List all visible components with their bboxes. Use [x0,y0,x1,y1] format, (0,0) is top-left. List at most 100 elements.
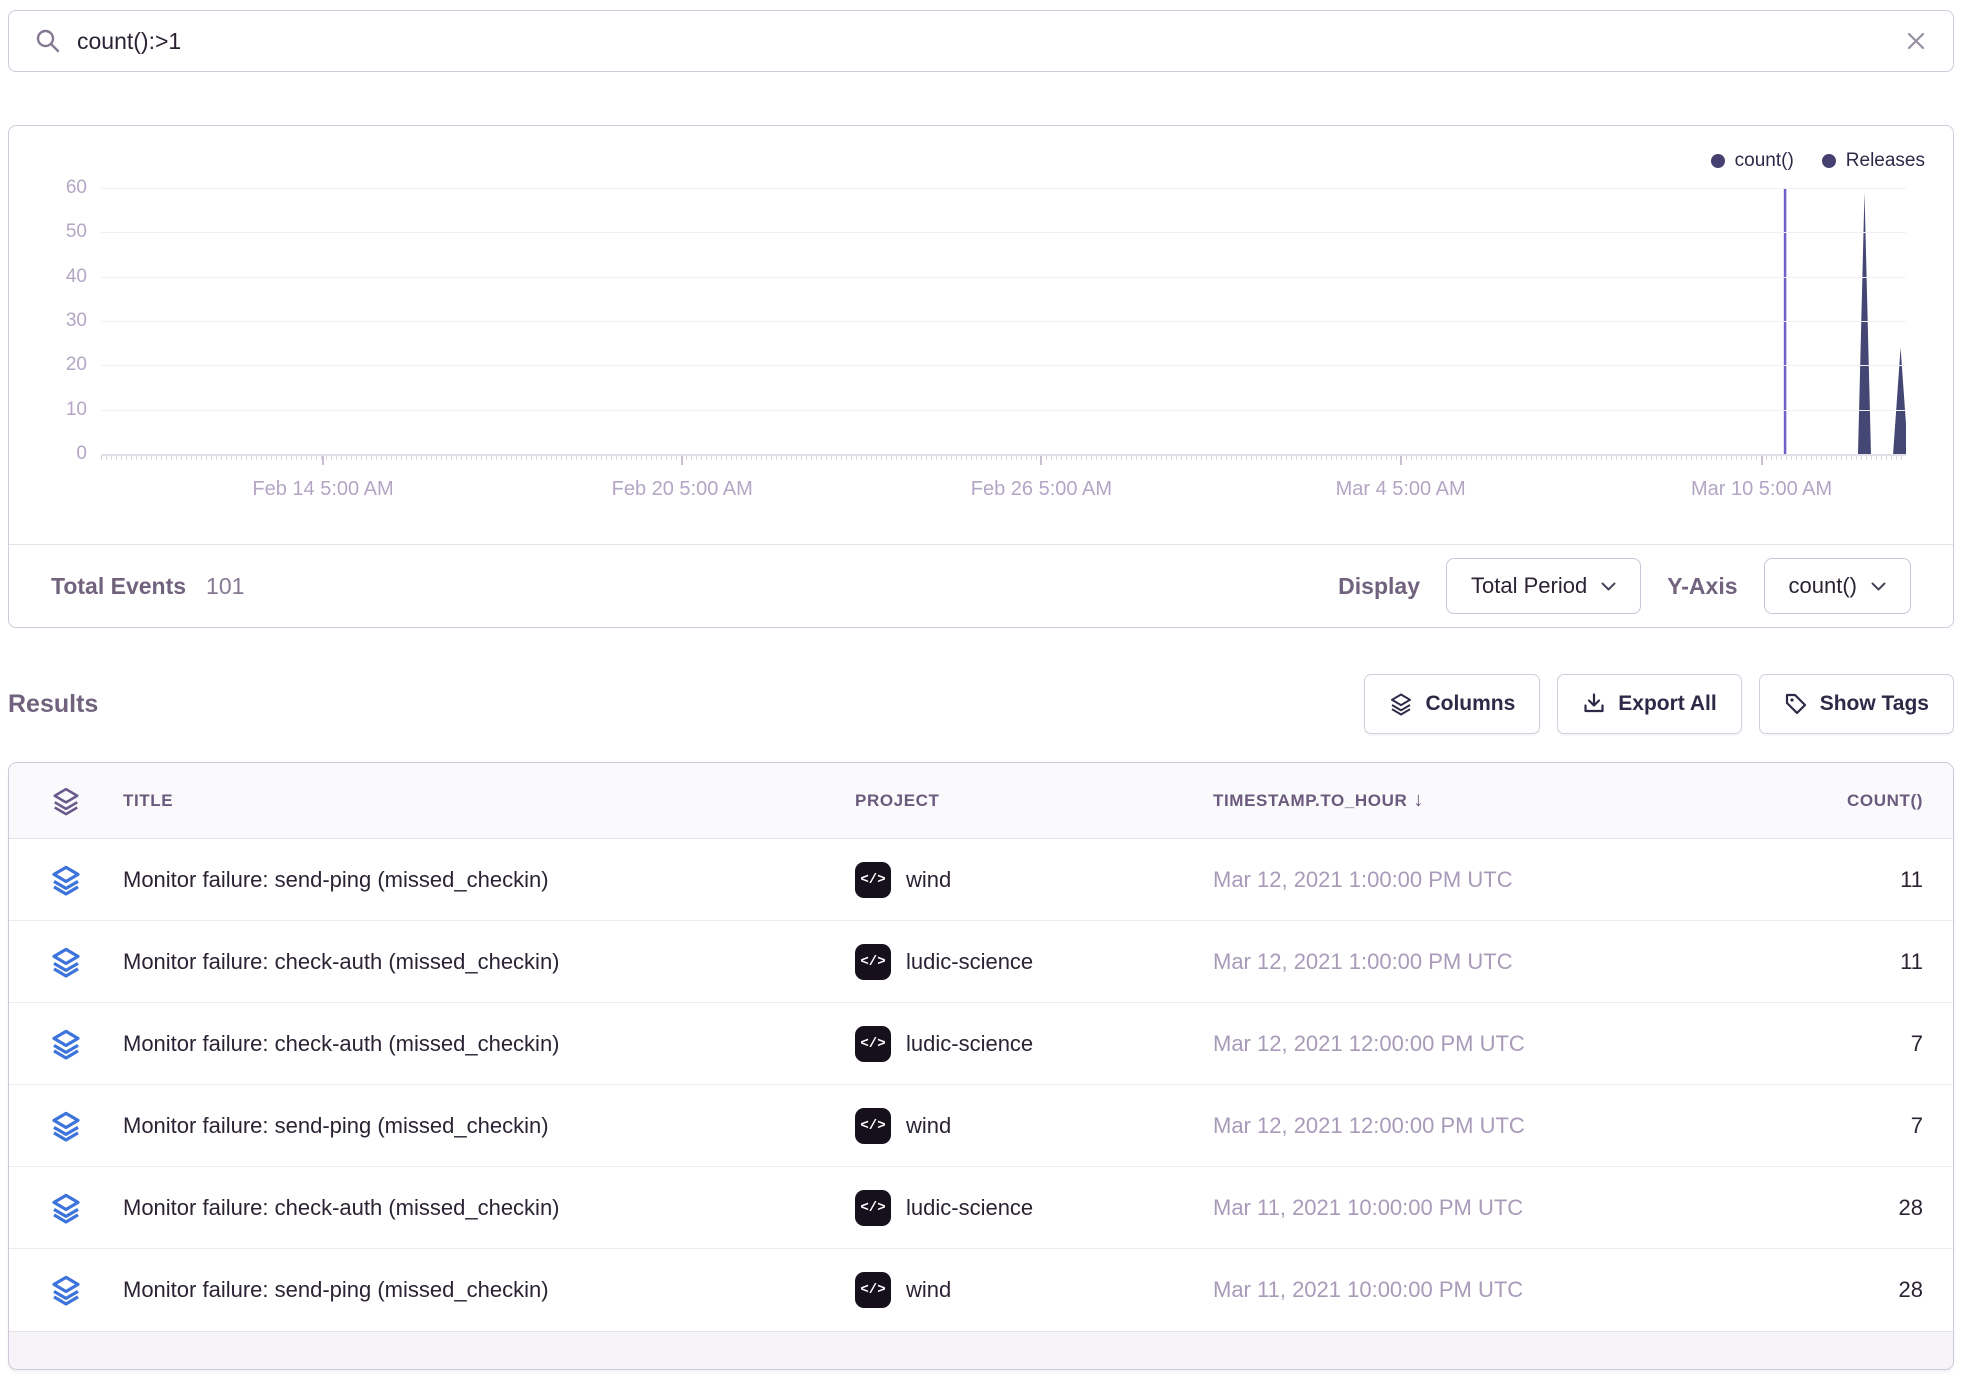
results-table: TITLE PROJECT TIMESTAMP.TO_HOUR ↓ COUNT(… [8,762,1954,1370]
x-axis-major-tick [1761,456,1763,465]
header-icon-cell [9,785,123,817]
x-axis-tick-label: Mar 10 5:00 AM [1691,478,1832,501]
export-all-button[interactable]: Export All [1557,674,1741,734]
row-count: 28 [1653,1195,1953,1221]
export-all-button-label: Export All [1618,692,1716,716]
column-header-project[interactable]: PROJECT [855,791,1213,811]
row-count: 7 [1653,1031,1953,1057]
yaxis-dropdown[interactable]: count() [1764,558,1911,614]
table-row[interactable]: Monitor failure: check-auth (missed_chec… [9,1003,1953,1085]
layers-icon [50,945,82,979]
legend-item-count[interactable]: count() [1711,150,1794,172]
table-row[interactable]: Monitor failure: check-auth (missed_chec… [9,1167,1953,1249]
sort-descending-icon: ↓ [1413,789,1424,812]
row-icon-cell [9,1109,123,1143]
x-axis-tick-label: Mar 4 5:00 AM [1336,478,1466,501]
x-axis-minor-ticks [101,456,1906,460]
table-body: Monitor failure: send-ping (missed_check… [9,839,1953,1331]
row-project: </> wind [855,1108,1213,1144]
row-count: 7 [1653,1113,1953,1139]
y-axis-tick-label: 0 [9,443,87,465]
chart-footer: Total Events 101 Display Total Period Y-… [9,544,1953,627]
x-axis-major-tick [681,456,683,465]
show-tags-button[interactable]: Show Tags [1759,674,1954,734]
row-project-name: wind [906,867,951,893]
total-events-value: 101 [206,573,244,600]
row-project-name: ludic-science [906,1031,1033,1057]
columns-button[interactable]: Columns [1364,674,1540,734]
display-dropdown-value: Total Period [1471,573,1587,599]
table-row[interactable]: Monitor failure: send-ping (missed_check… [9,1085,1953,1167]
row-project-name: ludic-science [906,949,1033,975]
download-icon [1582,692,1606,716]
display-label: Display [1338,573,1420,600]
row-project: </> wind [855,862,1213,898]
chart-controls: Display Total Period Y-Axis count() [1338,558,1911,614]
table-row[interactable]: Monitor failure: send-ping (missed_check… [9,839,1953,921]
search-icon [35,28,61,54]
code-project-icon: </> [855,1026,891,1062]
columns-button-label: Columns [1425,692,1515,716]
row-project-name: ludic-science [906,1195,1033,1221]
code-project-icon: </> [855,1108,891,1144]
chart-legend: count() Releases [1711,150,1925,172]
row-project: </> ludic-science [855,944,1213,980]
row-count: 28 [1653,1277,1953,1303]
layers-icon [50,1027,82,1061]
row-title[interactable]: Monitor failure: send-ping (missed_check… [123,867,855,893]
results-actions: Columns Export All Show Tags [1364,674,1954,734]
gridline [101,410,1906,411]
row-title[interactable]: Monitor failure: send-ping (missed_check… [123,1277,855,1303]
layers-icon [1389,692,1413,716]
legend-label: Releases [1846,150,1925,172]
chevron-down-icon [1601,582,1616,591]
row-icon-cell [9,1191,123,1225]
y-axis-tick-label: 10 [9,399,87,421]
close-icon[interactable] [1905,30,1927,52]
results-header: Results Columns Export All [8,672,1954,736]
row-title[interactable]: Monitor failure: send-ping (missed_check… [123,1113,855,1139]
y-axis-tick-label: 50 [9,221,87,243]
gridline [101,232,1906,233]
table-footer [9,1331,1953,1369]
layers-icon [51,785,81,817]
table-row[interactable]: Monitor failure: check-auth (missed_chec… [9,921,1953,1003]
chart-plot-area[interactable]: 6050403020100 [101,188,1906,454]
table-header-row: TITLE PROJECT TIMESTAMP.TO_HOUR ↓ COUNT(… [9,763,1953,839]
legend-dot-icon [1711,154,1725,168]
yaxis-label: Y-Axis [1667,573,1737,600]
column-header-count[interactable]: COUNT() [1653,791,1953,811]
row-title[interactable]: Monitor failure: check-auth (missed_chec… [123,949,855,975]
row-title[interactable]: Monitor failure: check-auth (missed_chec… [123,1195,855,1221]
search-input[interactable]: count():>1 [77,28,1905,55]
gridline [101,365,1906,366]
layers-icon [50,1109,82,1143]
show-tags-button-label: Show Tags [1820,692,1929,716]
chevron-down-icon [1871,582,1886,591]
layers-icon [50,1273,82,1307]
gridline [101,277,1906,278]
layers-icon [50,1191,82,1225]
x-axis-tick-label: Feb 26 5:00 AM [971,478,1112,501]
x-axis-major-tick [1400,456,1402,465]
table-row[interactable]: Monitor failure: send-ping (missed_check… [9,1249,1953,1331]
row-count: 11 [1653,867,1953,893]
row-project: </> wind [855,1272,1213,1308]
count-spike [1893,348,1906,454]
search-bar[interactable]: count():>1 [8,10,1954,72]
row-title[interactable]: Monitor failure: check-auth (missed_chec… [123,1031,855,1057]
row-icon-cell [9,863,123,897]
code-project-icon: </> [855,1190,891,1226]
column-header-title[interactable]: TITLE [123,791,855,811]
x-axis-major-tick [322,456,324,465]
x-axis-major-tick [1040,456,1042,465]
display-dropdown[interactable]: Total Period [1446,558,1641,614]
legend-item-releases[interactable]: Releases [1822,150,1925,172]
row-project: </> ludic-science [855,1190,1213,1226]
code-project-icon: </> [855,862,891,898]
layers-icon [50,863,82,897]
yaxis-dropdown-value: count() [1789,573,1857,599]
x-axis-tick-label: Feb 20 5:00 AM [612,478,753,501]
code-project-icon: </> [855,944,891,980]
total-events-label: Total Events [51,573,186,600]
